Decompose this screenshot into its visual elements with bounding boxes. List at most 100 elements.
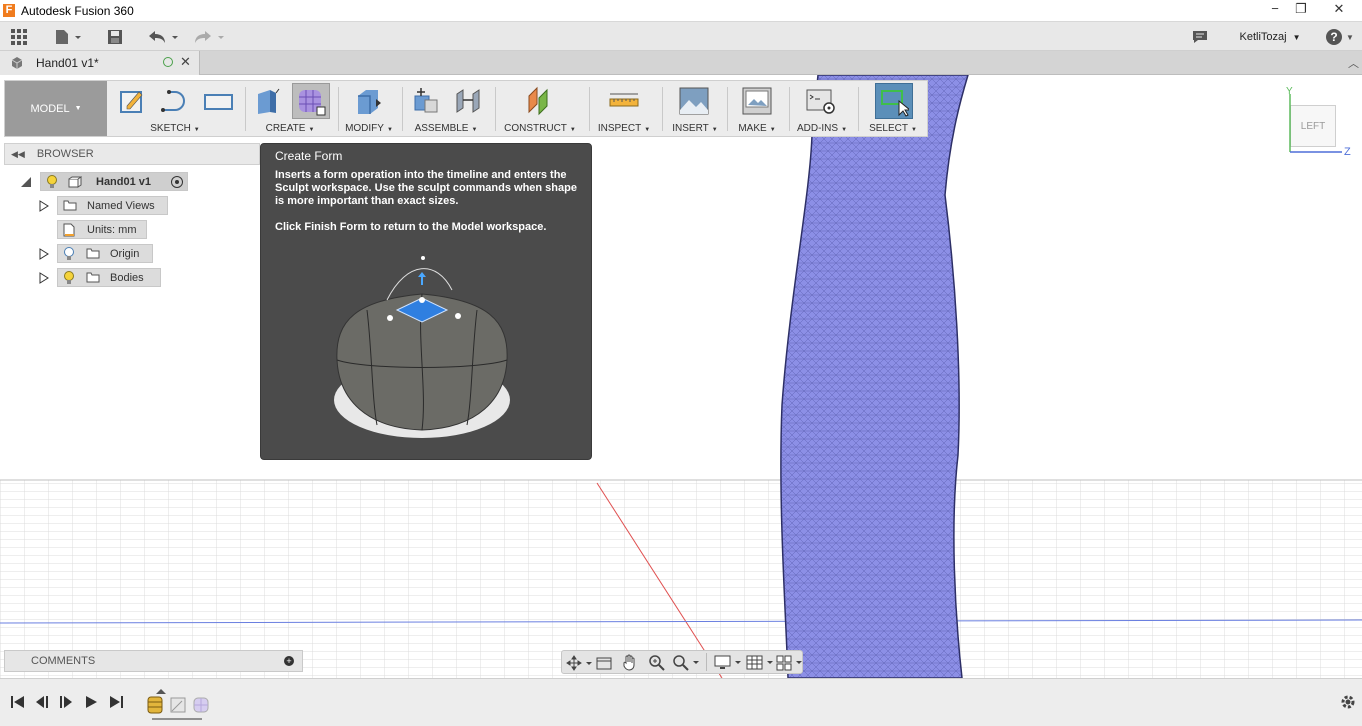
- hand-mesh-body[interactable]: [780, 75, 969, 678]
- viewports-icon[interactable]: [776, 654, 804, 671]
- browser-header[interactable]: ◀◀ BROWSER: [4, 143, 260, 165]
- add-comment-icon[interactable]: +: [284, 656, 294, 666]
- grid-settings-icon[interactable]: [746, 654, 774, 671]
- press-pull-icon[interactable]: [354, 86, 384, 116]
- insert-label: INSERT: [672, 123, 709, 134]
- tree-item-named-views[interactable]: Named Views: [57, 196, 168, 215]
- minimize-button[interactable]: −: [1262, 0, 1288, 20]
- visibility-bulb-off-icon[interactable]: [63, 246, 75, 261]
- chevron-down-icon: ▼: [74, 105, 82, 112]
- new-component-icon[interactable]: [411, 86, 441, 116]
- chevron-down-icon: ▼: [1292, 32, 1301, 42]
- file-menu-icon[interactable]: [52, 26, 84, 48]
- insert-image-icon[interactable]: [679, 86, 709, 116]
- sketch-group[interactable]: SKETCH ▼: [111, 81, 239, 136]
- create-form-icon: [299, 90, 326, 116]
- tree-item-bodies[interactable]: Bodies: [57, 268, 161, 287]
- toolbar-separator: [402, 87, 403, 131]
- restore-button[interactable]: ❐: [1288, 0, 1314, 20]
- fusion-logo-icon: F: [3, 4, 15, 17]
- go-to-start-icon[interactable]: [10, 695, 26, 709]
- toolbar-separator: [789, 87, 790, 131]
- joint-icon[interactable]: [453, 86, 483, 116]
- expand-triangle-icon[interactable]: [20, 176, 32, 188]
- step-forward-icon[interactable]: [58, 695, 74, 709]
- select-button[interactable]: [875, 83, 913, 119]
- tree-item-label: Bodies: [110, 271, 144, 284]
- line-icon[interactable]: [160, 86, 190, 116]
- document-tab[interactable]: Hand01 v1* ✕: [0, 51, 200, 75]
- offset-plane-icon[interactable]: [525, 86, 555, 116]
- close-window-button[interactable]: ✕: [1326, 0, 1352, 20]
- chevron-down-icon: ▼: [471, 127, 478, 133]
- help-menu[interactable]: ? ▼: [1324, 26, 1356, 48]
- timeline-bar: [0, 678, 1362, 726]
- toolbar-separator: [727, 87, 728, 131]
- extrude-icon[interactable]: [252, 86, 282, 116]
- play-icon[interactable]: [84, 695, 98, 709]
- save-icon[interactable]: [104, 26, 126, 48]
- notifications-icon[interactable]: [1190, 26, 1210, 48]
- visibility-bulb-icon[interactable]: [63, 270, 75, 285]
- collapse-panel-icon[interactable]: ◀◀: [11, 149, 25, 160]
- display-settings-icon[interactable]: [714, 654, 742, 671]
- create-sketch-icon[interactable]: [117, 86, 147, 116]
- close-tab-button[interactable]: ✕: [180, 54, 191, 70]
- visibility-bulb-icon[interactable]: [46, 174, 58, 189]
- look-at-icon[interactable]: [596, 655, 612, 671]
- expand-triangle-icon[interactable]: [38, 248, 50, 260]
- chevron-down-icon: ▼: [841, 127, 848, 133]
- rectangle-icon[interactable]: [203, 86, 233, 116]
- activate-radio-icon[interactable]: [171, 175, 183, 188]
- tree-item-units[interactable]: Units: mm: [57, 220, 147, 239]
- timeline-features[interactable]: [144, 687, 210, 721]
- toolbar-separator: [858, 87, 859, 131]
- expand-triangle-icon[interactable]: [38, 272, 50, 284]
- addins-group[interactable]: ADD-INS ▼: [792, 81, 852, 136]
- modify-group[interactable]: MODIFY ▼: [341, 81, 397, 136]
- step-back-icon[interactable]: [34, 695, 50, 709]
- app-grid-icon[interactable]: [8, 26, 30, 48]
- create-group[interactable]: CREATE ▼: [248, 81, 332, 136]
- navigation-bar: [561, 650, 803, 674]
- measure-icon[interactable]: [609, 86, 639, 116]
- orbit-icon[interactable]: [566, 655, 592, 671]
- redo-icon[interactable]: [190, 26, 226, 48]
- tree-item-label: Named Views: [87, 199, 155, 212]
- create-label: CREATE: [265, 123, 306, 134]
- navbar-separator: [706, 653, 707, 671]
- construct-group[interactable]: CONSTRUCT ▼: [498, 81, 582, 136]
- pan-hand-icon[interactable]: [622, 654, 638, 671]
- expand-triangle-icon[interactable]: [38, 200, 50, 212]
- assemble-group[interactable]: ASSEMBLE ▼: [405, 81, 487, 136]
- timeline-settings-gear-icon[interactable]: [1340, 694, 1356, 710]
- go-to-end-icon[interactable]: [108, 695, 124, 709]
- chevron-down-icon: ▼: [644, 127, 651, 133]
- modify-label: MODIFY: [345, 123, 384, 134]
- title-bar: F Autodesk Fusion 360 − ❐ ✕: [0, 0, 1362, 22]
- chevron-down-icon: ▼: [711, 127, 718, 133]
- chevron-down-icon: ▼: [569, 127, 576, 133]
- zoom-icon[interactable]: [648, 654, 666, 671]
- zoom-window-icon[interactable]: [672, 654, 700, 671]
- canvas-viewport[interactable]: [0, 75, 1362, 678]
- tree-root-item[interactable]: Hand01 v1: [40, 172, 188, 191]
- create-form-button[interactable]: [292, 83, 330, 119]
- make-group[interactable]: MAKE ▼: [730, 81, 784, 136]
- chevron-up-icon[interactable]: ︿: [1348, 55, 1359, 71]
- user-menu[interactable]: KetliTozaj ▼: [1236, 26, 1304, 48]
- comments-panel[interactable]: COMMENTS +: [4, 650, 303, 672]
- inspect-group[interactable]: INSPECT ▼: [592, 81, 656, 136]
- select-group[interactable]: SELECT ▼: [861, 81, 925, 136]
- chevron-down-icon: ▼: [193, 127, 200, 133]
- tree-root-label: Hand01 v1: [96, 175, 152, 188]
- toolbar-separator: [495, 87, 496, 131]
- workspace-switcher[interactable]: MODEL ▼: [5, 81, 107, 136]
- undo-icon[interactable]: [144, 26, 180, 48]
- tree-item-origin[interactable]: Origin: [57, 244, 153, 263]
- insert-group[interactable]: INSERT ▼: [665, 81, 725, 136]
- tooltip-note: Click Finish Form to return to the Model…: [275, 221, 547, 233]
- 3d-print-icon[interactable]: [742, 86, 772, 116]
- scripts-addins-icon[interactable]: [806, 86, 836, 116]
- toolbar-separator: [245, 87, 246, 131]
